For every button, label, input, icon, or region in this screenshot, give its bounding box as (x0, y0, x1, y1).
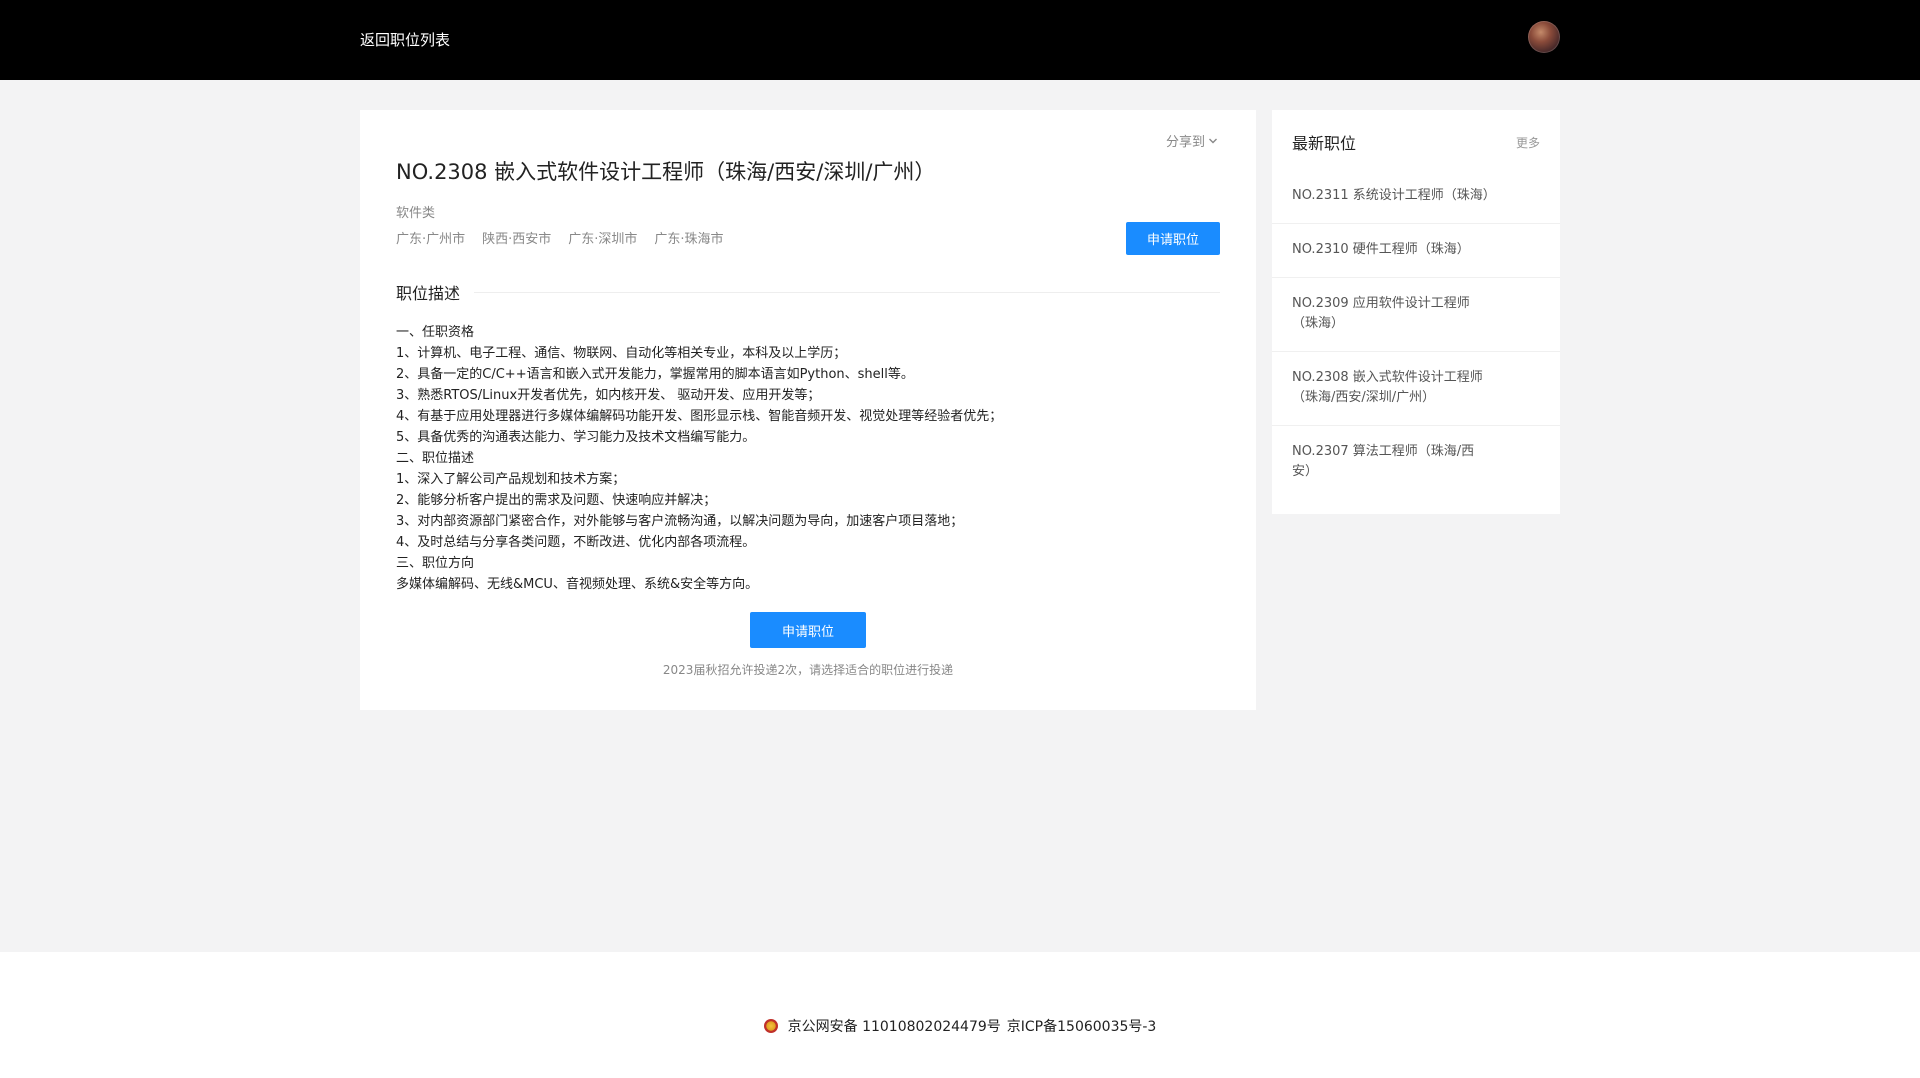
chevron-down-icon (1209, 138, 1217, 143)
description-line: 4、有基于应用处理器进行多媒体编解码功能开发、图形显示栈、智能音频开发、视觉处理… (396, 409, 1003, 424)
divider (474, 291, 1220, 293)
latest-job-label: NO.2310 硬件工程师（珠海） (1292, 242, 1470, 257)
description-line: 4、及时总结与分享各类问题，不断改进、优化内部各项流程。 (396, 535, 756, 550)
more-link[interactable]: 更多 (1516, 134, 1540, 151)
latest-job-item[interactable]: NO.2307 算法工程师（珠海/西安） (1272, 426, 1560, 499)
latest-job-label: NO.2311 系统设计工程师（珠海） (1292, 188, 1496, 203)
description-line: 5、具备优秀的沟通表达能力、学习能力及技术文档编写能力。 (396, 430, 756, 445)
icp-record-link[interactable]: 京ICP备15060035号-3 (1007, 1016, 1157, 1036)
latest-jobs-list: NO.2311 系统设计工程师（珠海） NO.2310 硬件工程师（珠海） NO… (1272, 170, 1560, 499)
apply-hint-text: 2023届秋招允许投递2次，请选择适合的职位进行投递 (662, 663, 954, 677)
police-emblem-icon (763, 1019, 778, 1033)
job-title: NO.2308 嵌入式软件设计工程师（珠海/西安/深圳/广州） (396, 160, 936, 184)
police-record-link[interactable]: 京公网安备 11010802024479号 (788, 1016, 1001, 1036)
description-line: 三、职位方向 (396, 556, 475, 571)
section-header: 职位描述 (396, 280, 1220, 304)
latest-job-item[interactable]: NO.2310 硬件工程师（珠海） (1272, 224, 1560, 278)
section-title: 职位描述 (396, 284, 461, 303)
description-line: 2、具备一定的C/C++语言和嵌入式开发能力，掌握常用的脚本语言如Python、… (396, 367, 914, 382)
description-line: 3、对内部资源部门紧密合作，对外能够与客户流畅沟通，以解决问题为导向，加速客户项… (396, 514, 964, 529)
apply-job-button[interactable]: 申请职位 (1126, 222, 1220, 255)
footer-records: 京公网安备 11010802024479号 京ICP备15060035号-3 (0, 1016, 1920, 1036)
latest-job-label: NO.2308 嵌入式软件设计工程师（珠海/西安/深圳/广州） (1292, 370, 1483, 405)
description-line: 1、深入了解公司产品规划和技术方案； (396, 472, 626, 487)
location-tag: 陕西·西安市 (482, 232, 552, 247)
job-category: 软件类 (396, 206, 436, 221)
top-nav-bar: 返回职位列表 (0, 0, 1920, 80)
apply-job-bottom-button[interactable]: 申请职位 (750, 612, 866, 648)
latest-jobs-header: 最新职位 更多 (1292, 130, 1540, 154)
location-tag: 广东·珠海市 (654, 232, 724, 247)
location-tag: 广东·广州市 (396, 232, 466, 247)
latest-job-item[interactable]: NO.2311 系统设计工程师（珠海） (1272, 170, 1560, 224)
job-locations: 广东·广州市 陕西·西安市 广东·深圳市 广东·珠海市 (396, 228, 724, 247)
latest-jobs-panel: 最新职位 更多 NO.2311 系统设计工程师（珠海） NO.2310 硬件工程… (1272, 110, 1560, 514)
description-line: 多媒体编解码、无线&MCU、音视频处理、系统&安全等方向。 (396, 577, 759, 592)
description-line: 一、任职资格 (396, 325, 475, 340)
share-dropdown[interactable]: 分享到 (1166, 131, 1218, 150)
page-footer: 京公网安备 11010802024479号 京ICP备15060035号-3 (0, 952, 1920, 1078)
latest-job-label: NO.2307 算法工程师（珠海/西安） (1292, 444, 1475, 479)
user-avatar[interactable] (1528, 21, 1560, 53)
job-description: 一、任职资格 1、计算机、电子工程、通信、物联网、自动化等相关专业，本科及以上学… (396, 322, 1220, 595)
latest-job-item[interactable]: NO.2308 嵌入式软件设计工程师（珠海/西安/深圳/广州） (1272, 352, 1560, 426)
description-line: 1、计算机、电子工程、通信、物联网、自动化等相关专业，本科及以上学历； (396, 346, 847, 361)
share-label: 分享到 (1165, 135, 1205, 150)
back-to-job-list-link[interactable]: 返回职位列表 (360, 29, 450, 50)
latest-job-item[interactable]: NO.2309 应用软件设计工程师（珠海） (1272, 278, 1560, 352)
location-tag: 广东·深圳市 (568, 232, 638, 247)
job-detail-card: 分享到 NO.2308 嵌入式软件设计工程师（珠海/西安/深圳/广州） 软件类 … (360, 110, 1256, 710)
description-line: 二、职位描述 (396, 451, 475, 466)
latest-jobs-title: 最新职位 (1292, 134, 1357, 153)
description-line: 2、能够分析客户提出的需求及问题、快速响应并解决； (396, 493, 717, 508)
latest-job-label: NO.2309 应用软件设计工程师（珠海） (1292, 296, 1470, 331)
description-line: 3、熟悉RTOS/Linux开发者优先，如内核开发、 驱动开发、应用开发等； (396, 388, 821, 403)
